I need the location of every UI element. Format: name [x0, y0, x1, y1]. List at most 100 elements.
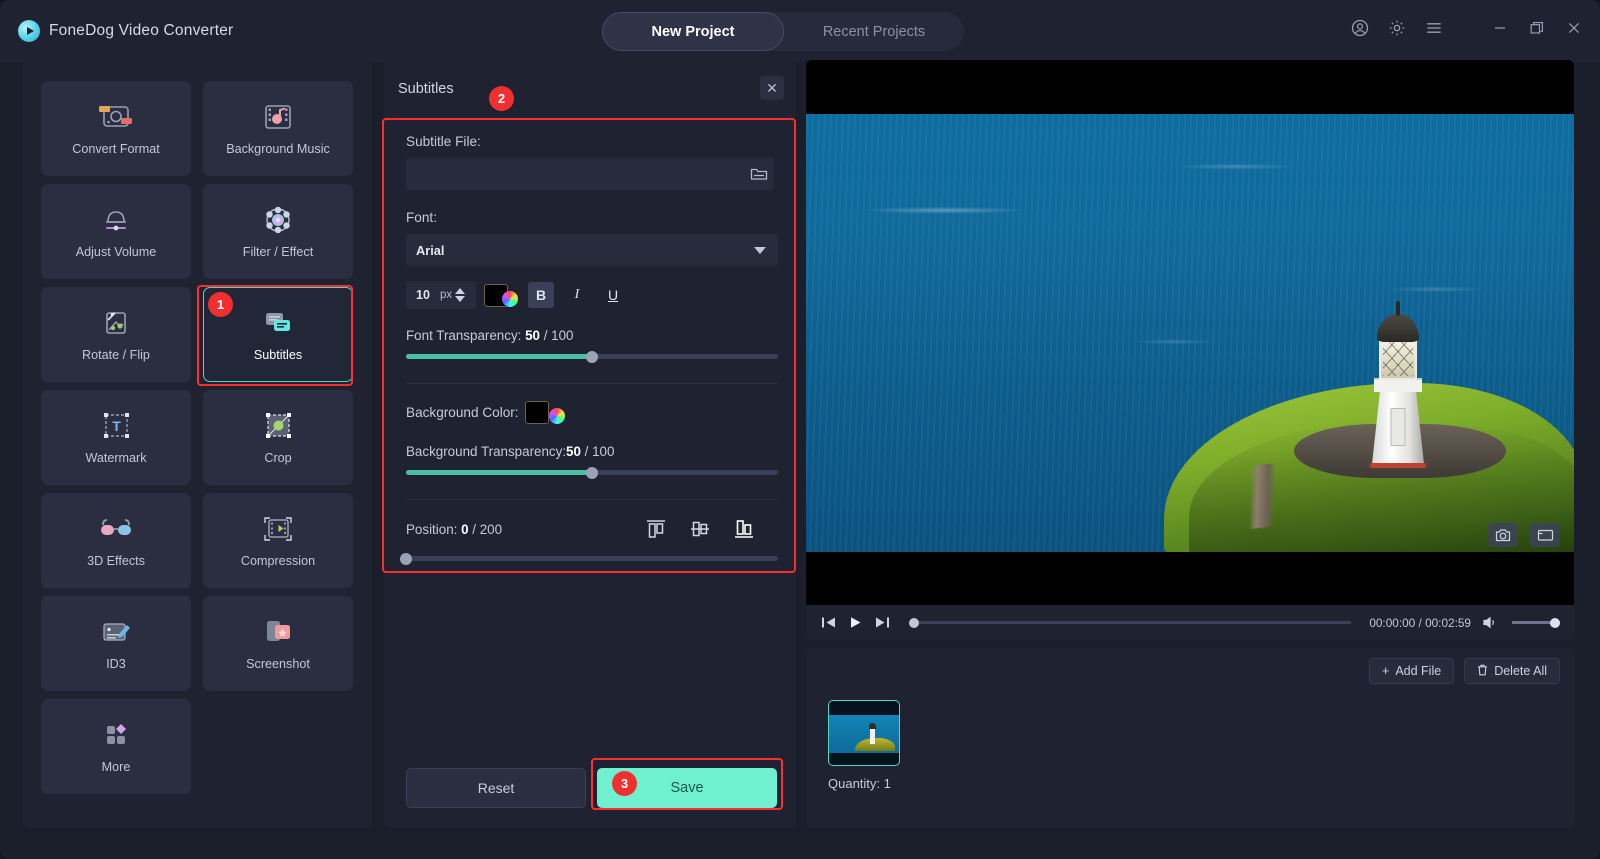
- font-family-value: Arial: [416, 242, 445, 258]
- minimize-icon[interactable]: [1490, 18, 1510, 38]
- annotation-badge-3: 3: [612, 771, 637, 796]
- svg-text:T: T: [112, 418, 121, 434]
- subtitles-panel-header: Subtitles ✕: [384, 60, 796, 118]
- close-panel-icon[interactable]: ✕: [760, 76, 784, 100]
- tool-screenshot[interactable]: Screenshot: [203, 596, 353, 691]
- file-list-actions: + Add File Delete All: [1369, 658, 1560, 684]
- subtitle-file-row: [406, 158, 774, 190]
- thumbnail-lighthouse: [869, 723, 876, 744]
- restore-icon[interactable]: [1527, 18, 1547, 38]
- compression-icon: [259, 513, 297, 545]
- fullscreen-icon[interactable]: [1530, 523, 1560, 547]
- tool-id3[interactable]: ID3: [41, 596, 191, 691]
- tab-new-project[interactable]: New Project: [602, 12, 784, 51]
- file-list-panel: + Add File Delete All Quantity: 1: [806, 648, 1574, 828]
- font-label: Font:: [406, 210, 437, 225]
- italic-button[interactable]: I: [564, 282, 590, 308]
- stepper-arrows-icon[interactable]: [455, 288, 466, 302]
- chevron-down-icon: [754, 246, 766, 254]
- tool-label: Watermark: [85, 451, 147, 465]
- divider: [406, 499, 778, 500]
- volume-knob[interactable]: [1550, 617, 1560, 628]
- font-family-select[interactable]: Arial: [406, 234, 778, 266]
- align-top-icon[interactable]: [642, 516, 670, 542]
- position-suffix: / 200: [468, 521, 503, 537]
- panel-title: Subtitles: [398, 81, 454, 97]
- divider: [406, 383, 778, 384]
- playback-progress-slider[interactable]: [909, 617, 1352, 628]
- adjust-volume-icon: [97, 204, 135, 236]
- quantity-label: Quantity: 1: [828, 776, 891, 791]
- volume-slider[interactable]: [1512, 617, 1560, 628]
- background-color-swatch[interactable]: [524, 400, 549, 424]
- tool-watermark[interactable]: T Watermark: [41, 390, 191, 485]
- align-buttons: [642, 516, 758, 542]
- menu-icon[interactable]: [1424, 18, 1444, 38]
- position-row: Position: 0 / 200: [406, 516, 774, 542]
- account-icon[interactable]: [1350, 18, 1370, 38]
- timecode: 00:00:00 / 00:02:59: [1369, 615, 1471, 630]
- folder-icon[interactable]: [744, 158, 774, 190]
- background-color-label: Background Color:: [406, 404, 519, 420]
- close-icon[interactable]: [1564, 18, 1584, 38]
- video-canvas[interactable]: [806, 60, 1574, 605]
- previous-icon[interactable]: [820, 614, 837, 631]
- crop-icon: [259, 410, 297, 442]
- watermark-icon: T: [97, 410, 135, 442]
- underline-button[interactable]: U: [600, 282, 626, 308]
- gear-icon[interactable]: [1387, 18, 1407, 38]
- tool-rotate-flip[interactable]: Rotate / Flip: [41, 287, 191, 382]
- tools-panel: Convert Format Background Music Adjust V…: [22, 60, 372, 828]
- tool-label: Convert Format: [72, 142, 160, 156]
- rotate-flip-icon: [97, 307, 135, 339]
- playback-knob[interactable]: [909, 617, 919, 628]
- add-file-button[interactable]: + Add File: [1369, 658, 1455, 684]
- tool-label: Compression: [240, 554, 316, 568]
- tab-recent-projects[interactable]: Recent Projects: [784, 12, 964, 51]
- delete-all-label: Delete All: [1494, 664, 1547, 678]
- subtitles-settings-area: Subtitle File: Font: Arial px: [392, 118, 788, 573]
- plus-icon: +: [1382, 664, 1390, 678]
- font-transparency-prefix: Font Transparency:: [406, 328, 526, 343]
- file-thumbnail[interactable]: [828, 700, 900, 766]
- align-middle-icon[interactable]: [686, 516, 714, 542]
- subtitles-icon: [259, 307, 297, 339]
- brand: FoneDog Video Converter: [18, 20, 233, 42]
- play-icon[interactable]: [847, 614, 864, 631]
- tool-background-music[interactable]: Background Music: [203, 81, 353, 176]
- subtitle-file-input[interactable]: [406, 158, 744, 190]
- font-transparency-slider[interactable]: [406, 350, 778, 363]
- trash-icon: [1477, 664, 1488, 679]
- annotation-badge-2: 2: [489, 86, 514, 111]
- font-size-stepper[interactable]: px: [406, 281, 476, 309]
- tool-label: 3D Effects: [87, 554, 145, 568]
- tool-label: Filter / Effect: [242, 245, 314, 259]
- next-icon[interactable]: [874, 614, 891, 631]
- font-size-unit: px: [440, 289, 453, 301]
- tool-adjust-volume[interactable]: Adjust Volume: [41, 184, 191, 279]
- bold-button[interactable]: B: [528, 282, 554, 308]
- font-size-input[interactable]: [406, 288, 440, 302]
- tool-crop[interactable]: Crop: [203, 390, 353, 485]
- more-icon: [97, 719, 135, 751]
- align-bottom-icon[interactable]: [730, 516, 758, 542]
- tool-filter-effect[interactable]: Filter / Effect: [203, 184, 353, 279]
- position-slider[interactable]: [400, 552, 778, 565]
- tool-more[interactable]: More: [41, 699, 191, 794]
- volume-icon[interactable]: [1481, 614, 1498, 631]
- background-transparency-slider[interactable]: [406, 466, 778, 479]
- color-wheel-icon[interactable]: [502, 291, 518, 307]
- video-frame: [806, 114, 1574, 552]
- tool-label: Background Music: [226, 142, 330, 156]
- tool-convert-format[interactable]: Convert Format: [41, 81, 191, 176]
- background-music-icon: [259, 101, 297, 133]
- position-prefix: Position:: [406, 521, 462, 537]
- screenshot-icon: [259, 616, 297, 648]
- reset-button[interactable]: Reset: [406, 768, 586, 808]
- background-color-wheel-icon[interactable]: [548, 408, 565, 424]
- tool-compression[interactable]: Compression: [203, 493, 353, 588]
- delete-all-button[interactable]: Delete All: [1464, 658, 1560, 684]
- app-title: FoneDog Video Converter: [49, 22, 234, 39]
- camera-icon[interactable]: [1488, 523, 1518, 547]
- tool-3d-effects[interactable]: 3D Effects: [41, 493, 191, 588]
